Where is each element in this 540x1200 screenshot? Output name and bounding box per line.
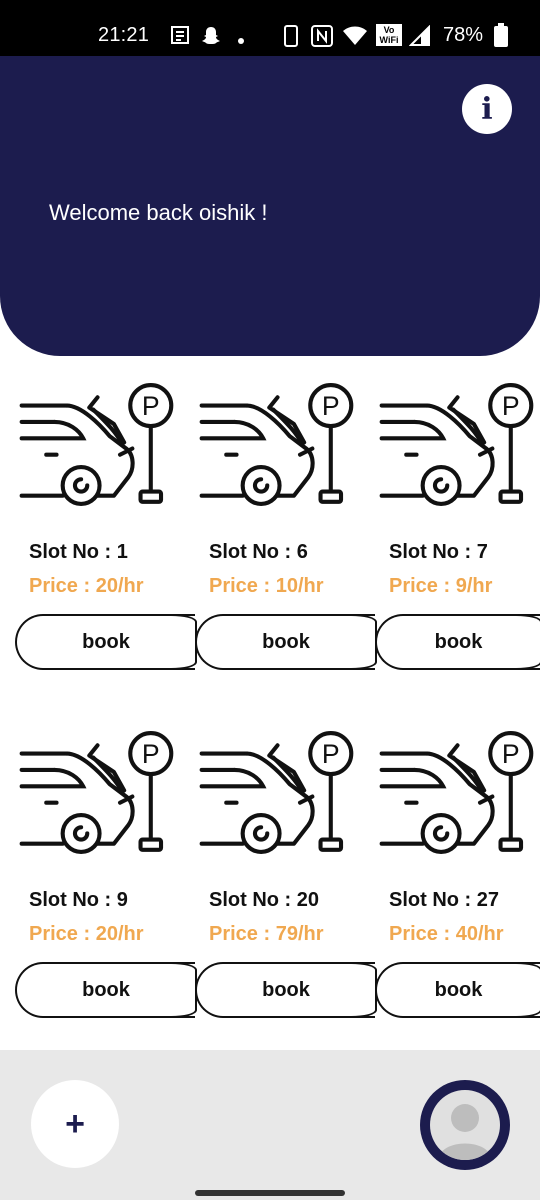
avatar-icon	[430, 1090, 500, 1160]
info-icon: i	[481, 91, 493, 127]
book-button[interactable]: book	[195, 613, 377, 670]
profile-avatar-button[interactable]	[420, 1080, 510, 1170]
status-bar: 21:21 Vo WiFi 78%	[0, 0, 540, 56]
car-parking-icon	[15, 731, 180, 856]
status-time: 21:21	[98, 24, 150, 46]
slot-price: Price : 9/hr	[389, 575, 493, 597]
slot-number: Slot No : 1	[29, 541, 128, 563]
book-button[interactable]: book	[375, 613, 540, 670]
battery-icon	[494, 23, 508, 52]
book-button[interactable]: book	[15, 961, 197, 1018]
car-parking-icon	[375, 731, 540, 856]
slot-price: Price : 79/hr	[209, 923, 324, 945]
book-button[interactable]: book	[375, 961, 540, 1018]
book-button[interactable]: book	[15, 613, 197, 670]
snapchat-icon	[200, 25, 222, 52]
slot-price: Price : 10/hr	[209, 575, 324, 597]
car-parking-icon	[195, 383, 360, 508]
slot-number: Slot No : 27	[389, 889, 500, 911]
nfc-icon	[311, 25, 333, 52]
plus-icon: +	[65, 1104, 85, 1143]
slot-price: Price : 20/hr	[29, 923, 144, 945]
slot-price: Price : 40/hr	[389, 923, 504, 945]
wifi-icon	[342, 25, 368, 52]
car-parking-icon	[15, 383, 180, 508]
signal-icon	[408, 24, 431, 52]
slot-number: Slot No : 20	[209, 889, 320, 911]
slot-number: Slot No : 7	[389, 541, 488, 563]
info-button[interactable]: i	[462, 84, 512, 134]
car-parking-icon	[375, 383, 540, 508]
add-button[interactable]: +	[31, 1080, 119, 1168]
news-icon	[170, 25, 190, 50]
home-indicator[interactable]	[195, 1190, 345, 1196]
slot-number: Slot No : 9	[29, 889, 128, 911]
slot-number: Slot No : 6	[209, 541, 308, 563]
battery-percent: 78%	[443, 24, 484, 46]
car-parking-icon	[195, 731, 360, 856]
dot-icon	[237, 32, 245, 50]
svg-text:Vo: Vo	[384, 25, 395, 35]
welcome-message: Welcome back oishik !	[49, 200, 268, 225]
phone-icon	[284, 25, 298, 52]
book-button[interactable]: book	[195, 961, 377, 1018]
vowifi-icon: Vo WiFi	[375, 23, 403, 52]
svg-text:WiFi: WiFi	[380, 35, 399, 45]
slot-price: Price : 20/hr	[29, 575, 144, 597]
